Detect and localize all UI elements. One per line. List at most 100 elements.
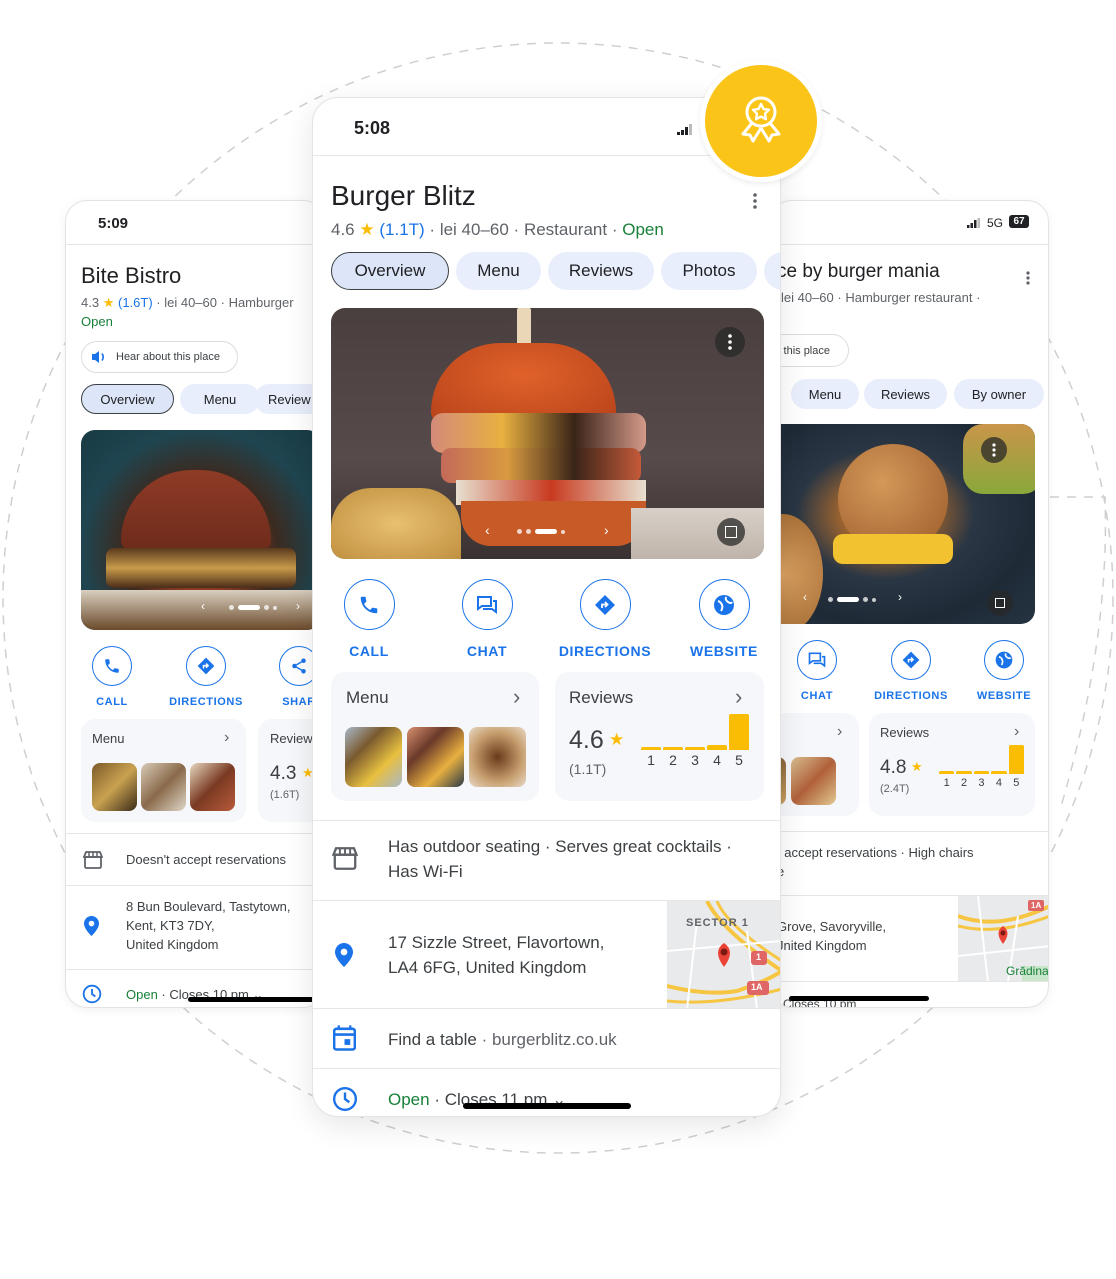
chat-icon xyxy=(461,579,513,630)
more-vert-icon[interactable] xyxy=(1026,271,1030,285)
reviews-card[interactable]: Reviews › 4.8 ★ (2.4T) 12345 xyxy=(869,713,1035,816)
phone-bite-bistro: 5:09 Bite Bistro 4.3 ★ (1.6T) · lei 40–6… xyxy=(65,200,325,1008)
menu-card[interactable]: Menu › xyxy=(81,719,246,822)
next-photo-icon[interactable]: › xyxy=(604,522,609,538)
map-thumbnail[interactable]: 1A Grădina xyxy=(958,896,1048,982)
place-meta: lei 40–60 · Hamburger restaurant · xyxy=(781,290,981,305)
location-pin-icon xyxy=(84,916,99,936)
action-call[interactable]: CALL xyxy=(84,646,140,708)
action-chat[interactable]: CHAT xyxy=(457,579,517,659)
place-photo[interactable]: ‹ › xyxy=(81,430,321,630)
menu-photo[interactable] xyxy=(469,727,526,787)
next-photo-icon[interactable]: › xyxy=(898,590,902,604)
next-photo-icon[interactable]: › xyxy=(296,599,300,613)
battery-icon: 67 xyxy=(1009,215,1029,228)
action-directions[interactable]: DIRECTIONS xyxy=(550,579,660,659)
prev-photo-icon[interactable]: ‹ xyxy=(201,599,205,613)
tab-menu[interactable]: Menu xyxy=(180,384,260,414)
fullscreen-button[interactable] xyxy=(987,590,1013,616)
clock-icon xyxy=(332,1086,358,1112)
menu-photo[interactable] xyxy=(190,763,235,811)
action-call[interactable]: CALL xyxy=(339,579,399,659)
chevron-right-icon: › xyxy=(837,723,843,740)
globe-icon xyxy=(984,640,1024,680)
star-icon: ★ xyxy=(102,295,115,310)
directions-icon xyxy=(186,646,226,686)
hear-about-button[interactable]: Hear about this place xyxy=(81,341,238,373)
chevron-right-icon: › xyxy=(1014,723,1020,740)
address-row[interactable]: Grove, Savoryville, Jnited Kingdom 1A Gră… xyxy=(771,895,1048,982)
tab-menu[interactable]: Menu xyxy=(791,379,859,409)
tab-overview[interactable]: Overview xyxy=(331,252,449,290)
storefront-icon xyxy=(332,847,358,870)
rating-bar-label: 5 xyxy=(735,752,743,768)
burger-illustration xyxy=(121,470,271,550)
award-ribbon-icon xyxy=(741,96,781,143)
menu-photo[interactable] xyxy=(791,757,836,805)
fullscreen-button[interactable] xyxy=(717,518,745,546)
review-count-link[interactable]: (1.1T) xyxy=(379,220,424,239)
hours-row[interactable]: Closes 10 pm xyxy=(771,981,1048,1007)
menu-photo[interactable] xyxy=(345,727,402,787)
place-photo[interactable]: ‹ › xyxy=(771,424,1035,624)
tab-menu[interactable]: Menu xyxy=(456,252,541,290)
menu-photo[interactable] xyxy=(92,763,137,811)
rating-bar-3 xyxy=(685,747,705,750)
menu-card[interactable]: › xyxy=(771,713,859,816)
photo-more-button[interactable] xyxy=(981,437,1007,463)
home-indicator xyxy=(463,1103,631,1109)
action-website[interactable]: WEBSITE xyxy=(683,579,765,659)
more-vert-icon[interactable] xyxy=(753,193,757,209)
address-row[interactable]: 17 Sizzle Street, Flavortown, LA4 6FG, Un… xyxy=(313,900,780,1009)
photo-more-button[interactable] xyxy=(715,327,745,357)
action-directions[interactable]: DIRECTIONS xyxy=(866,640,956,702)
rating-bar-2 xyxy=(663,747,683,750)
menu-card[interactable]: Menu › xyxy=(331,672,539,801)
star-icon: ★ xyxy=(359,220,375,239)
prev-photo-icon[interactable]: ‹ xyxy=(803,590,807,604)
menu-photo[interactable] xyxy=(407,727,464,787)
place-meta: 4.3 ★ (1.6T) · lei 40–60 · Hamburger xyxy=(81,295,294,310)
rating-bar-label: 1 xyxy=(943,777,950,789)
clock-icon xyxy=(82,984,102,1004)
carousel-dots xyxy=(229,605,277,610)
reviews-card[interactable]: Reviews › 4.6 ★ (1.1T) 12345 xyxy=(555,672,764,801)
amenities-row[interactable]: Has outdoor seating · Serves great cockt… xyxy=(313,820,780,900)
hours-row[interactable]: Open · Closes 10 pm ⌄ xyxy=(66,969,324,1007)
map-thumbnail[interactable]: SECTOR 1 1 1A xyxy=(667,901,780,1009)
hear-about-button[interactable]: this place xyxy=(771,334,849,367)
star-icon: ★ xyxy=(911,759,923,774)
prev-photo-icon[interactable]: ‹ xyxy=(485,522,490,538)
address-row[interactable]: 8 Bun Boulevard, Tastytown, Kent, KT3 7DY… xyxy=(66,885,324,969)
chevron-right-icon: › xyxy=(224,729,230,746)
phone-burger-blitz: 5:08 Burger Blitz 4.6 ★ (1.1T) · lei 40–… xyxy=(312,97,781,1117)
tab-reviews[interactable]: Reviews xyxy=(864,379,947,409)
place-title: ce by burger mania xyxy=(777,261,940,282)
network-label: 5G xyxy=(987,216,1004,230)
tab-photos[interactable]: Photos xyxy=(661,252,757,290)
rating-bar-label: 2 xyxy=(961,777,968,789)
hours-row[interactable]: Open · Closes 11 pm ⌄ xyxy=(313,1068,780,1116)
tab-by-owner[interactable]: By owner xyxy=(954,379,1044,409)
website-link[interactable]: burgerblitz.co.uk xyxy=(492,1030,617,1049)
action-website[interactable]: WEBSITE xyxy=(971,640,1037,702)
reservation-row[interactable]: Find a table · burgerblitz.co.uk xyxy=(313,1008,780,1068)
menu-photo[interactable] xyxy=(141,763,186,811)
rating-bar-label: 3 xyxy=(691,752,699,768)
tab-overview[interactable]: Overview xyxy=(81,384,174,414)
reservations-row[interactable]: Doesn't accept reservations xyxy=(66,833,324,885)
signal-icon xyxy=(967,218,980,228)
action-directions[interactable]: DIRECTIONS xyxy=(161,646,251,708)
rating-bar-label: 2 xyxy=(669,752,677,768)
speaker-icon xyxy=(92,351,105,363)
place-photo[interactable]: ‹ › xyxy=(331,308,764,559)
action-chat[interactable]: CHAT xyxy=(791,640,843,702)
review-count-link[interactable]: (1.6T) xyxy=(118,295,153,310)
rating-bar-1 xyxy=(641,747,661,750)
amenities-row[interactable]: : accept reservations · High chairse xyxy=(771,831,1048,895)
directions-icon xyxy=(891,640,931,680)
status-time: 5:09 xyxy=(98,215,129,232)
tab-more[interactable] xyxy=(764,252,780,290)
tab-reviews[interactable]: Reviews xyxy=(548,252,654,290)
rating-bar-2 xyxy=(956,771,972,774)
